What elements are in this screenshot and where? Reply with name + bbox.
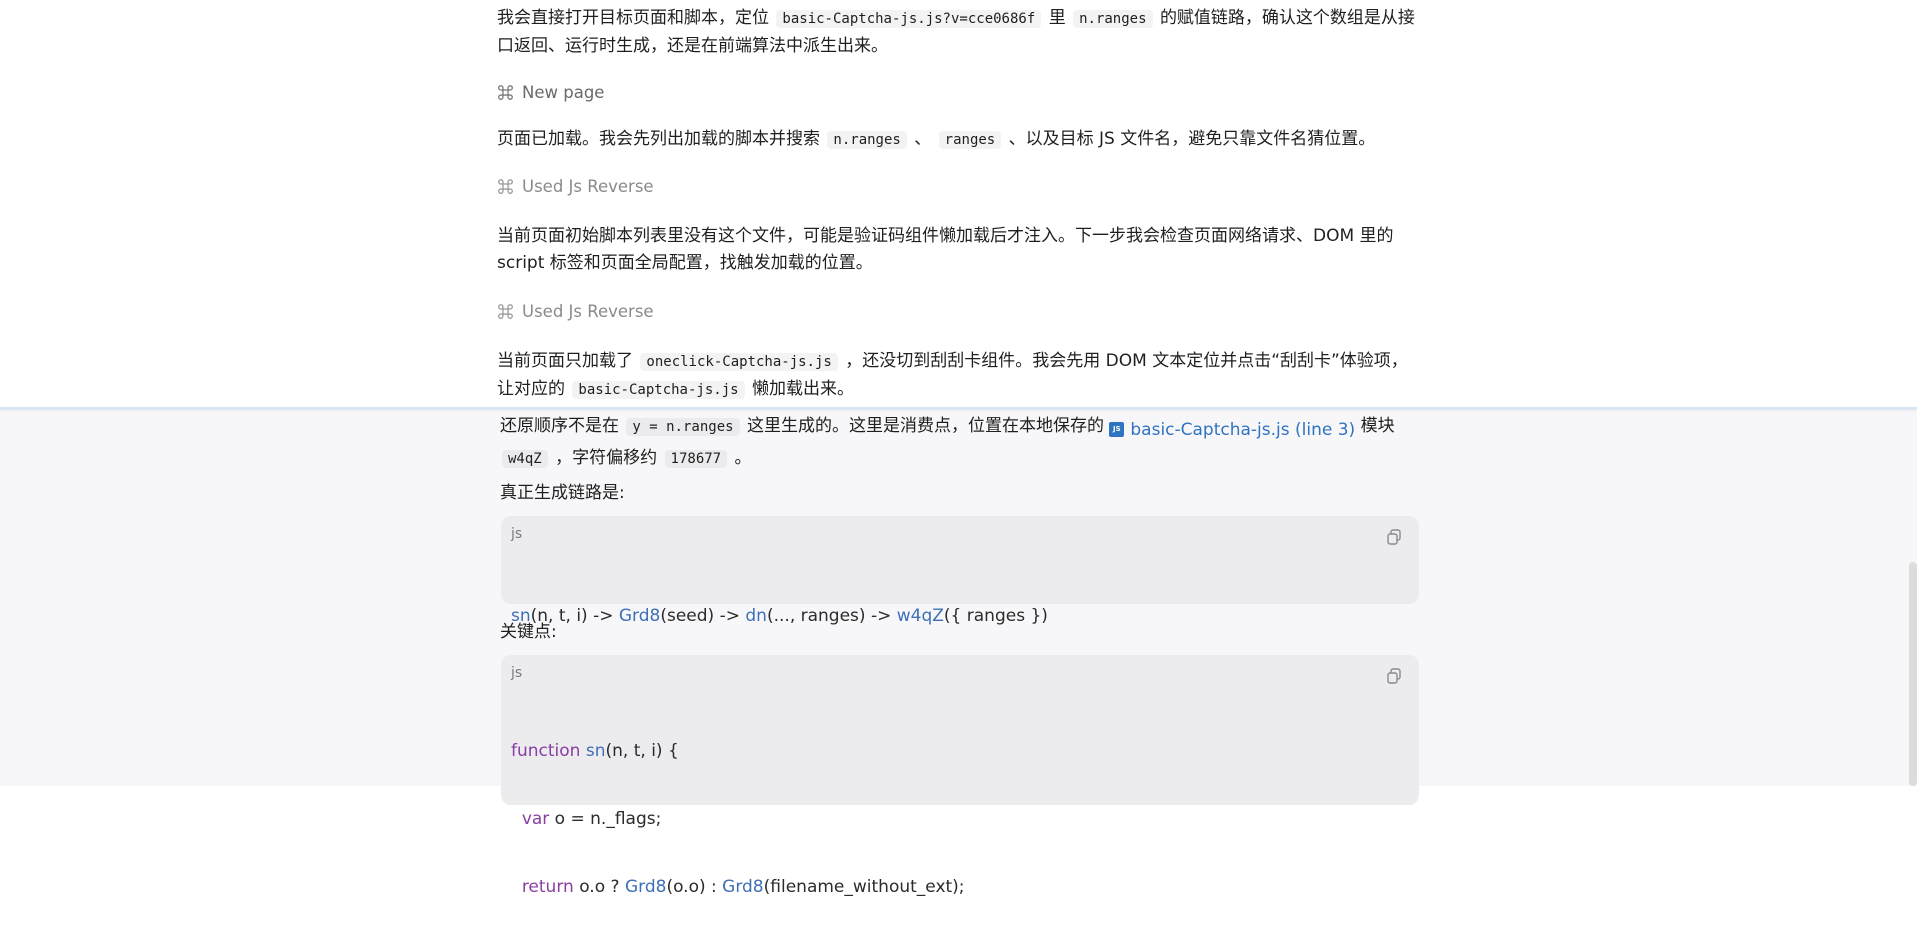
inline-code: oneclick-Captcha-js.js	[640, 353, 838, 371]
text: 我会直接打开目标页面和脚本，定位	[497, 8, 769, 28]
tool-call-js-reverse-1[interactable]: Used Js Reverse	[497, 174, 654, 198]
inline-code: basic-Captcha-js.js	[572, 381, 745, 399]
inline-code: ranges	[938, 131, 1002, 149]
code-token: (filename_without_ext);	[763, 877, 965, 897]
message-paragraph-2: 页面已加载。我会先列出加载的脚本并搜索 n.ranges 、 ranges 、以…	[497, 126, 1415, 154]
copy-icon[interactable]	[1385, 667, 1403, 685]
code-line: var o = n._flags;	[511, 805, 965, 833]
text: 当前页面只加载了	[497, 351, 633, 371]
code-token: function	[511, 741, 581, 761]
text: 这里生成的。这里是消费点，位置在本地保存的	[746, 416, 1104, 436]
code-token: sn	[585, 741, 606, 761]
message-paragraph-4: 当前页面只加载了 oneclick-Captcha-js.js ，还没切到刮刮卡…	[497, 348, 1415, 404]
inline-code: n.ranges	[1073, 10, 1153, 28]
bottom-chat-panel: 还原顺序不是在 y = n.ranges 这里生成的。这里是消费点，位置在本地保…	[0, 409, 1917, 897]
inline-code: w4qZ	[502, 449, 548, 468]
code-token: (o.o) :	[666, 877, 723, 897]
text: 还原顺序不是在	[500, 416, 619, 436]
tool-call-js-reverse-2[interactable]: Used Js Reverse	[497, 299, 654, 323]
code-token: Grd8	[624, 877, 667, 897]
file-link-label: basic-Captcha-js.js (line 3)	[1130, 419, 1356, 440]
scrollbar-thumb[interactable]	[1909, 562, 1917, 786]
tool-call-label: New page	[522, 82, 605, 102]
tool-call-new-page[interactable]: New page	[497, 80, 604, 104]
code-token: var	[521, 809, 550, 829]
command-icon	[498, 178, 513, 194]
code-token: (n, t, i) {	[605, 741, 679, 761]
code-line: return o.o ? Grd8(o.o) : Grd8(filename_w…	[511, 873, 965, 901]
code-token: o = n._flags;	[549, 809, 662, 829]
inline-code: 178677	[664, 449, 728, 468]
top-chat-panel: 我会直接打开目标页面和脚本，定位 basic-Captcha-js.js?v=c…	[0, 0, 1917, 409]
code-language-label: js	[511, 526, 523, 542]
code-token: Grd8	[722, 877, 764, 897]
text: 、	[914, 129, 932, 149]
inline-code: basic-Captcha-js.js?v=cce0686f	[776, 10, 1042, 28]
message-paragraph-1: 我会直接打开目标页面和脚本，定位 basic-Captcha-js.js?v=c…	[497, 5, 1415, 60]
code-block: js sn(n, t, i) -> Grd8(seed) -> dn(..., …	[501, 516, 1419, 626]
text: 里	[1048, 8, 1066, 28]
text: 懒加载出来。	[751, 379, 854, 399]
code-content: sn(n, t, i) -> Grd8(seed) -> dn(..., ran…	[511, 562, 1048, 670]
copy-icon[interactable]	[1385, 528, 1403, 546]
inline-code: y = n.ranges	[626, 418, 740, 436]
section-heading: 真正生成链路是:	[500, 483, 625, 503]
code-content: function sn(n, t, i) { var o = n._flags;…	[511, 697, 965, 941]
code-language-label: js	[511, 665, 523, 681]
answer-paragraph: 还原顺序不是在 y = n.ranges 这里生成的。这里是消费点，位置在本地保…	[500, 412, 1420, 473]
code-block: js function sn(n, t, i) { var o = n._fla…	[501, 655, 1419, 897]
text: 。	[734, 447, 752, 468]
command-icon	[498, 303, 513, 319]
command-icon	[498, 84, 513, 100]
message-paragraph-3: 当前页面初始脚本列表里没有这个文件，可能是验证码组件懒加载后才注入。下一步我会检…	[497, 223, 1415, 277]
tool-call-label: Used Js Reverse	[522, 176, 654, 196]
text: 模块	[1360, 416, 1395, 436]
inline-code: n.ranges	[827, 131, 907, 149]
section-heading: 关键点:	[500, 622, 557, 642]
text: 当前页面初始脚本列表里没有这个文件，可能是验证码组件懒加载后才注入。下一步我会检…	[497, 226, 1394, 273]
text: 、以及目标 JS 文件名，避免只靠文件名猜位置。	[1008, 129, 1376, 149]
js-file-icon: JS	[1109, 422, 1125, 437]
text: ，字符偏移约	[555, 447, 658, 468]
code-line: function sn(n, t, i) {	[511, 737, 965, 765]
text: 页面已加载。我会先列出加载的脚本并搜索	[497, 129, 820, 149]
file-link[interactable]: JS basic-Captcha-js.js (line 3)	[1109, 416, 1355, 444]
code-token: return	[521, 877, 574, 897]
code-token: o.o ?	[573, 877, 625, 897]
tool-call-label: Used Js Reverse	[522, 301, 654, 321]
